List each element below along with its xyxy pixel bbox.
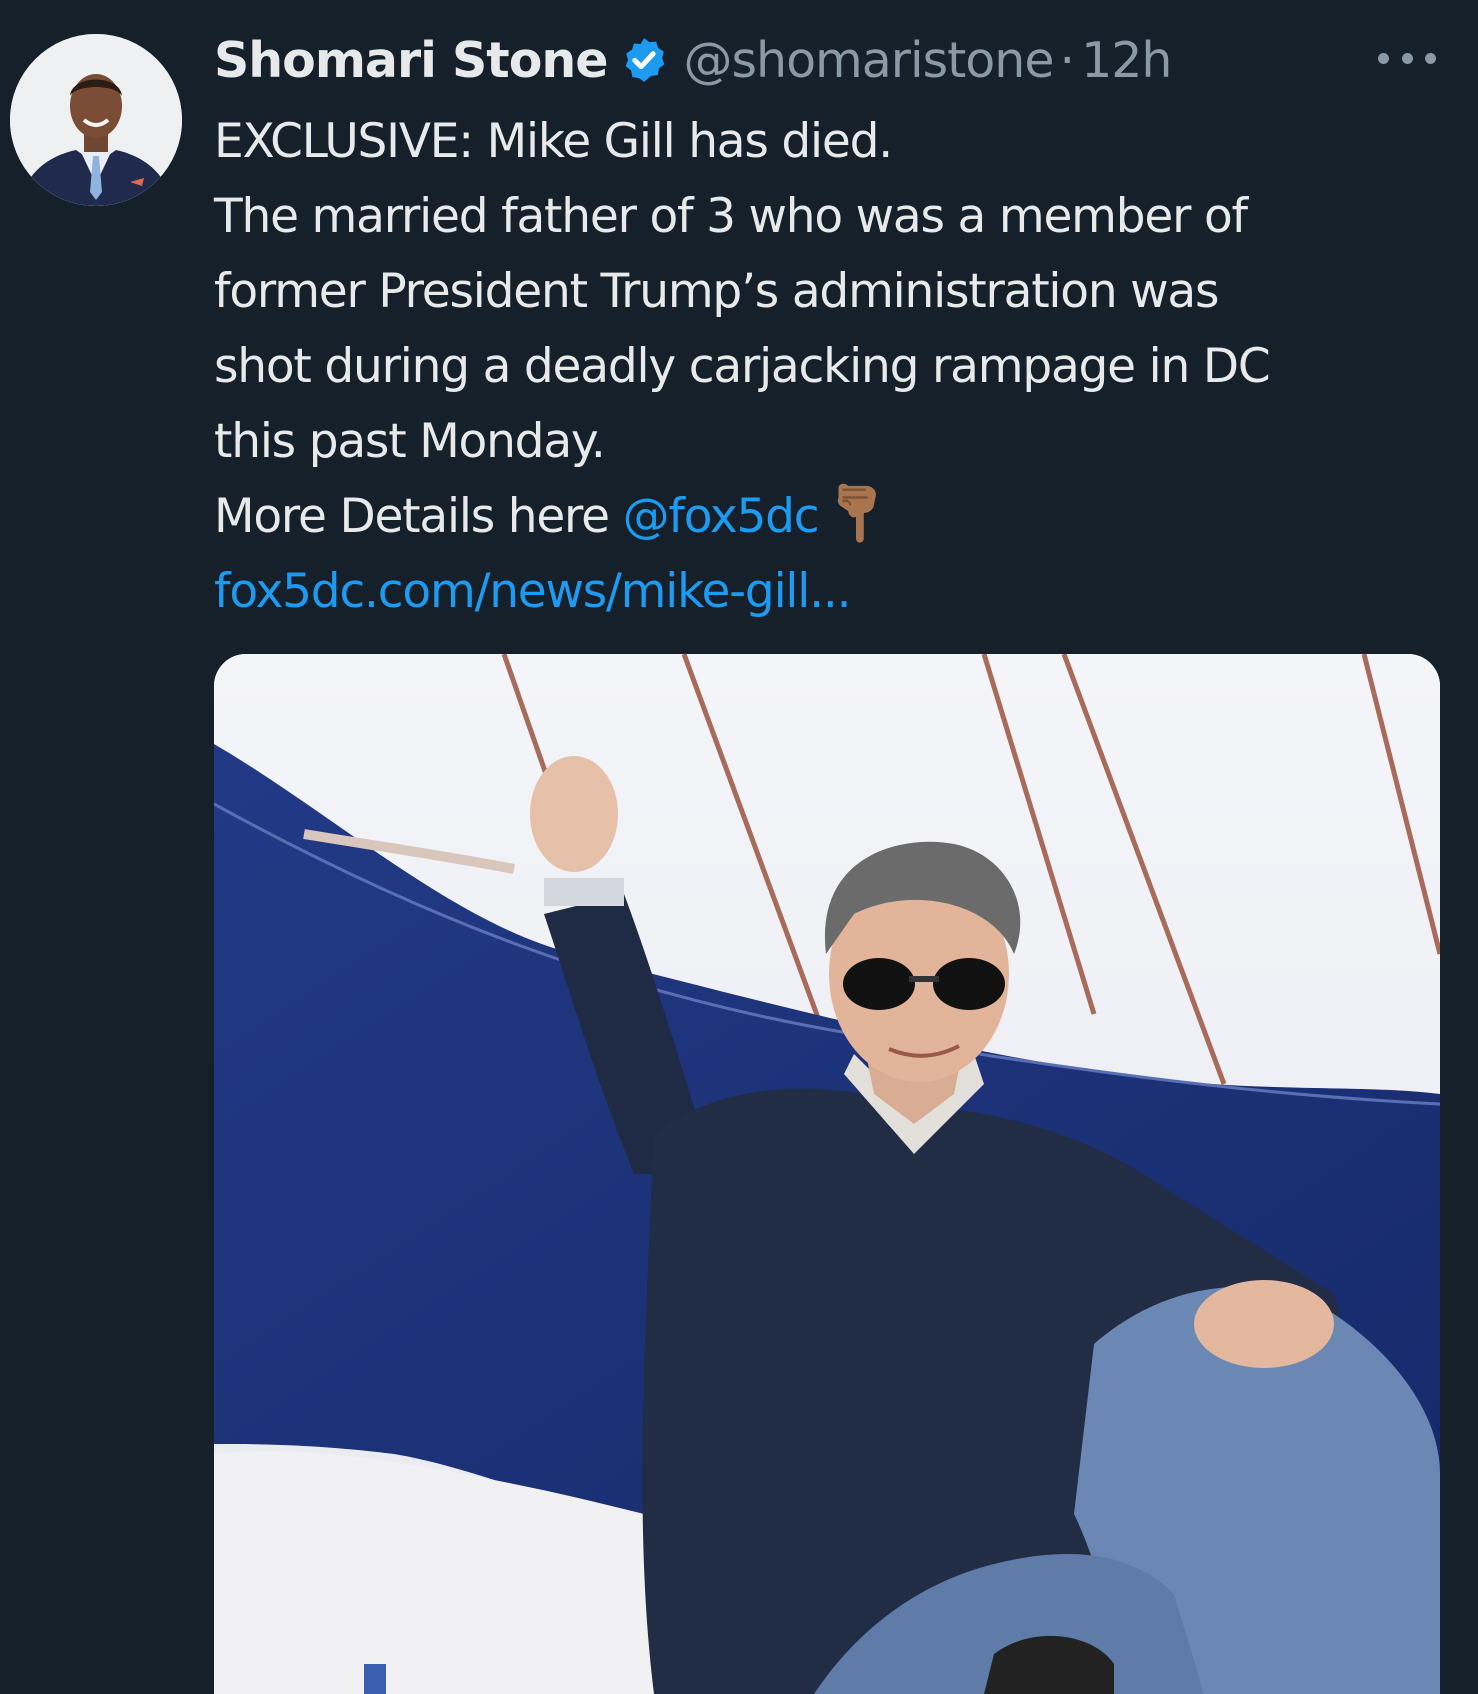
details-line: More Details here @fox5dc	[214, 479, 1464, 554]
pointing-down-hand-icon	[826, 480, 886, 546]
tweet-text: EXCLUSIVE: Mike Gill has died. The marri…	[214, 104, 1464, 629]
timestamp[interactable]: 12h	[1081, 32, 1172, 89]
tweet-text-line: this past Monday.	[214, 414, 606, 469]
tweet-text-line: shot during a deadly carjacking rampage …	[214, 339, 1271, 394]
tweet-photo[interactable]	[214, 654, 1440, 1694]
author-handle[interactable]: @shomaristone	[683, 32, 1054, 89]
tweet-text-line: former President Trump’s administration …	[214, 264, 1219, 319]
display-name[interactable]: Shomari Stone	[214, 32, 608, 89]
tweet[interactable]: Shomari Stone @shomaristone · 12h EXCLUS…	[0, 0, 1478, 1694]
avatar[interactable]	[10, 34, 182, 206]
photo-image	[214, 654, 1440, 1694]
separator-dot: ·	[1059, 31, 1076, 89]
tweet-header: Shomari Stone @shomaristone · 12h	[214, 28, 1172, 92]
verified-badge-icon	[619, 35, 669, 85]
tweet-text-line: The married father of 3 who was a member…	[214, 189, 1248, 244]
mention-link[interactable]: @fox5dc	[623, 489, 820, 544]
profile-photo	[10, 34, 182, 206]
details-prefix: More Details here	[214, 489, 623, 544]
tweet-text-line: EXCLUSIVE: Mike Gill has died.	[214, 114, 893, 169]
more-horizontal-icon[interactable]	[1378, 46, 1436, 70]
external-link[interactable]: fox5dc.com/news/mike-gill...	[214, 554, 1464, 629]
